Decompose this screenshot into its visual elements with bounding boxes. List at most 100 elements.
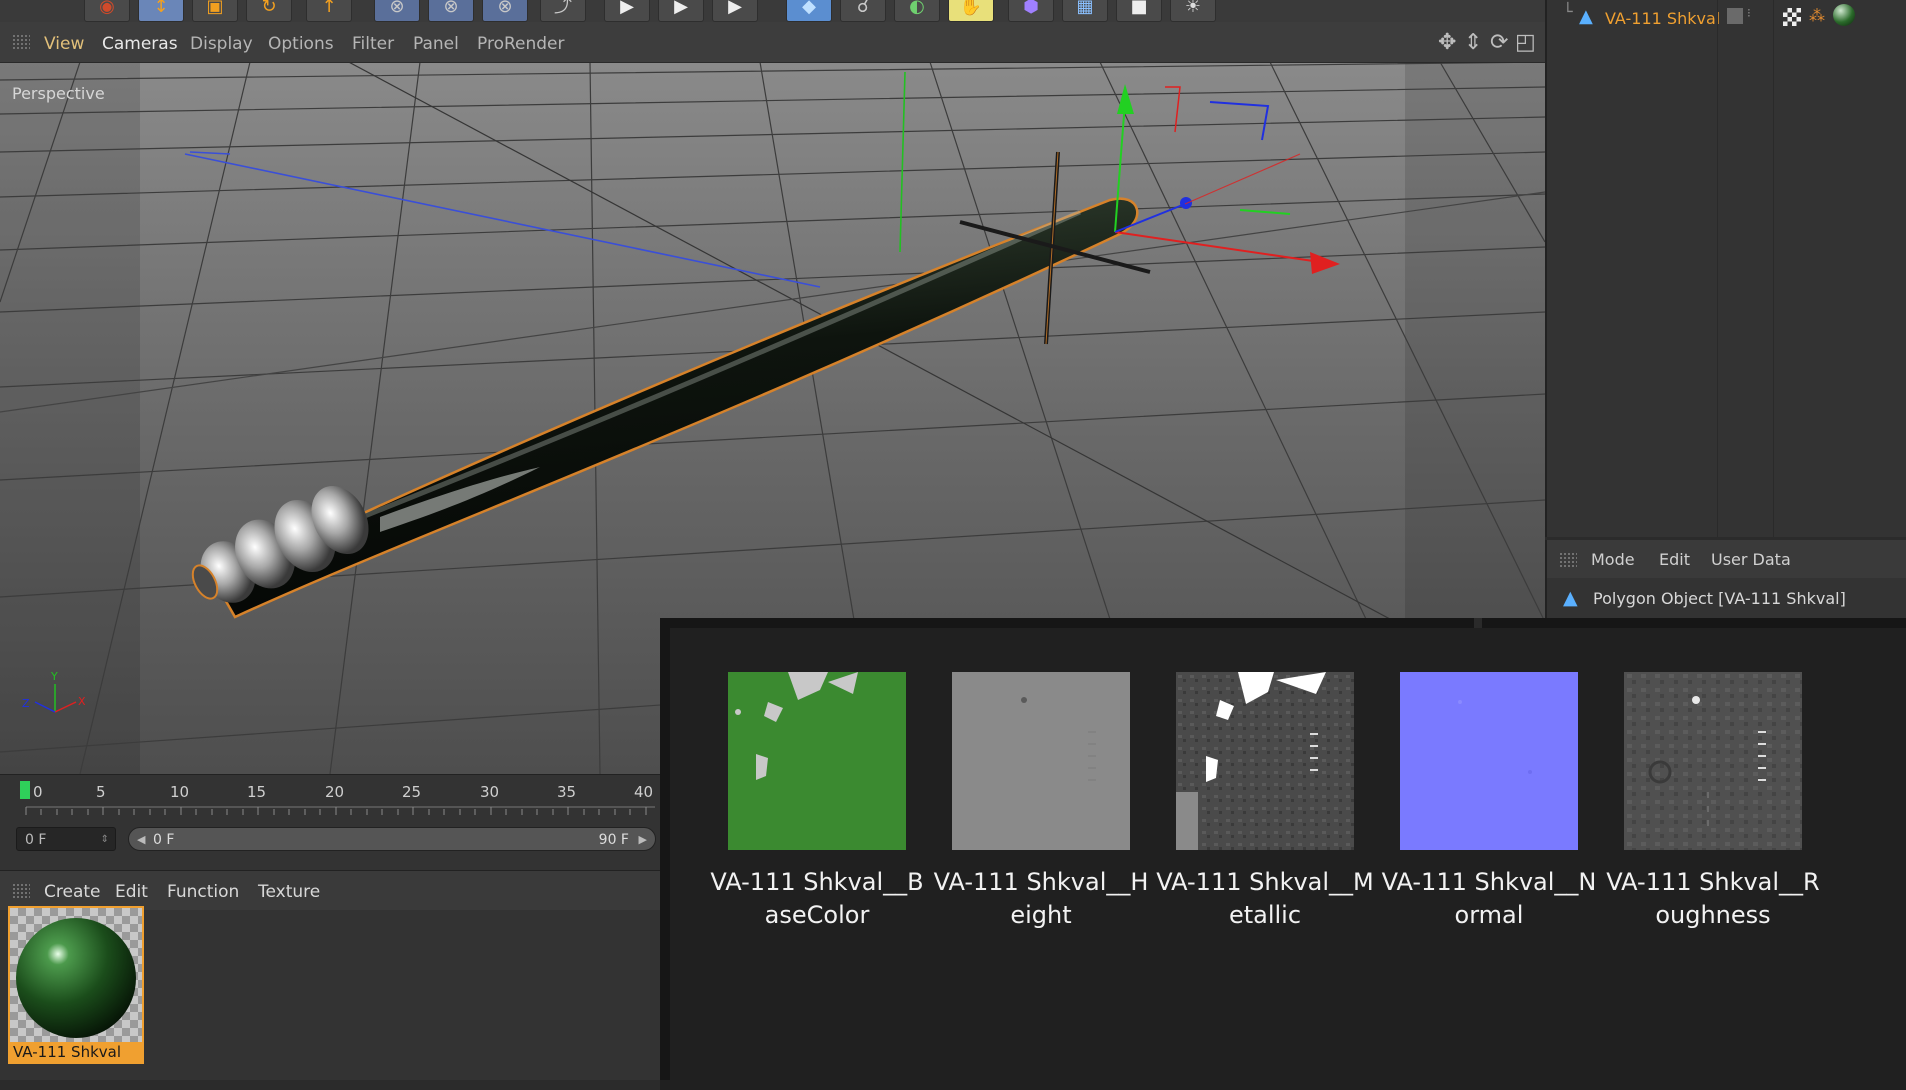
attribute-object-header: ▲ Polygon Object [VA-111 Shkval] [1545, 578, 1906, 618]
tick-label: 35 [557, 783, 577, 801]
menu-view[interactable]: View [44, 34, 84, 54]
spline-pen-icon[interactable]: ☌ [840, 0, 886, 22]
texture-thumbnail [1176, 672, 1354, 850]
panel-grip-icon[interactable] [1559, 552, 1577, 568]
texture-file-name: VA-111 Shkval__Roughness [1606, 868, 1820, 929]
light-icon[interactable]: ☀ [1170, 0, 1216, 22]
svg-text:Z: Z [22, 697, 30, 710]
material-name-label: VA-111 Shkval [10, 1042, 142, 1062]
tick-label: 0 [33, 783, 43, 801]
current-frame-field[interactable]: 0 F ⇕ [16, 827, 116, 851]
menu-panel[interactable]: Panel [413, 34, 459, 54]
range-start-value: 0 F [153, 832, 175, 848]
column-divider [1717, 0, 1718, 537]
texture-thumbnail [728, 672, 906, 850]
menu-edit[interactable]: Edit [1659, 550, 1690, 569]
tick-label: 10 [170, 783, 190, 801]
texture-file-name: VA-111 Shkval__BaseColor [710, 868, 924, 929]
texture-file-name: VA-111 Shkval__Height [933, 868, 1149, 929]
scale-tool-icon[interactable]: ▣ [192, 0, 238, 22]
panel-grip-icon[interactable] [12, 883, 30, 899]
texture-thumbnail [952, 672, 1130, 850]
y-axis-lock-icon[interactable]: ⊗ [428, 0, 474, 22]
viewport-menu-bar: View Cameras Display Options Filter Pane… [0, 22, 1545, 63]
stepper-arrows-icon[interactable]: ⇕ [101, 828, 109, 852]
render-settings-icon[interactable]: ▶ [712, 0, 758, 22]
render-view-icon[interactable]: ▶ [604, 0, 650, 22]
range-right-arrow-icon[interactable]: ▶ [639, 828, 647, 852]
range-end-value: 90 F [598, 832, 629, 848]
menu-mode[interactable]: Mode [1591, 550, 1635, 569]
playhead-marker[interactable] [20, 781, 30, 799]
recent-tool-icon[interactable]: ↑ [306, 0, 352, 22]
render-picture-viewer-icon[interactable]: ▶ [658, 0, 704, 22]
rotate-tool-icon[interactable]: ↻ [246, 0, 292, 22]
object-manager: └ ▲ VA-111 Shkval ⁝ ⁂ [1545, 0, 1906, 537]
texture-file-name: VA-111 Shkval__Metallic [1156, 868, 1374, 929]
attribute-object-label: Polygon Object [VA-111 Shkval] [1593, 589, 1846, 608]
floor-icon[interactable]: ▦ [1062, 0, 1108, 22]
tick-label: 25 [402, 783, 422, 801]
texture-file-name: VA-111 Shkval__Normal [1381, 868, 1597, 929]
texture-tag-icon[interactable]: ⁂ [1809, 6, 1825, 25]
rotate-view-icon[interactable]: ⟳ [1490, 30, 1508, 55]
cube-primitive-icon[interactable]: ◆ [786, 0, 832, 22]
current-frame-value: 0 F [25, 832, 47, 848]
menu-options[interactable]: Options [268, 34, 334, 54]
timeline[interactable]: 0 5 10 15 20 25 30 35 40 0 F ⇕ ◀ 0 F 90 … [0, 774, 660, 871]
material-tag-icon[interactable] [1833, 4, 1855, 26]
move-tool-icon[interactable]: ↕ [138, 0, 184, 22]
zoom-view-icon[interactable]: ⇕ [1464, 30, 1482, 55]
menu-prorender[interactable]: ProRender [477, 34, 565, 54]
visibility-dots-icon[interactable]: ⁝ [1747, 6, 1751, 20]
menu-texture[interactable]: Texture [258, 882, 320, 902]
panel-grip-icon[interactable] [12, 34, 30, 50]
svg-text:X: X [78, 695, 86, 708]
attribute-manager-menu-bar: Mode Edit User Data [1545, 540, 1906, 578]
menu-user-data[interactable]: User Data [1711, 550, 1791, 569]
material-preview-sphere-icon [10, 908, 142, 1042]
maximize-view-icon[interactable]: ◰ [1515, 30, 1536, 55]
pane-divider [1474, 618, 1482, 628]
x-axis-lock-icon[interactable]: ⊗ [374, 0, 420, 22]
object-name[interactable]: VA-111 Shkval [1605, 9, 1720, 28]
menu-function[interactable]: Function [167, 882, 239, 902]
polygon-object-icon: ▲ [1579, 6, 1593, 27]
texture-file-item[interactable]: VA-111 Shkval__Roughness [1600, 672, 1826, 932]
column-divider [1773, 0, 1774, 537]
texture-file-browser: VA-111 Shkval__BaseColor VA-111 Shkval__… [660, 618, 1906, 1090]
frame-range-slider[interactable]: ◀ 0 F 90 F ▶ [128, 827, 656, 851]
tick-label: 15 [247, 783, 267, 801]
texture-file-item[interactable]: VA-111 Shkval__Metallic [1152, 672, 1378, 932]
menu-edit[interactable]: Edit [115, 882, 148, 902]
texture-file-item[interactable]: VA-111 Shkval__BaseColor [704, 672, 930, 932]
viewport-camera-label: Perspective [12, 84, 105, 103]
object-row[interactable]: └ ▲ VA-111 Shkval ⁝ ⁂ [1547, 0, 1906, 40]
texture-file-item[interactable]: VA-111 Shkval__Height [928, 672, 1154, 932]
z-axis-lock-icon[interactable]: ⊗ [482, 0, 528, 22]
menu-create[interactable]: Create [44, 882, 101, 902]
camera-icon[interactable]: ■ [1116, 0, 1162, 22]
tick-label: 30 [480, 783, 500, 801]
texture-thumbnail [1624, 672, 1802, 850]
material-swatch[interactable]: VA-111 Shkval [8, 906, 144, 1064]
live-selection-icon[interactable]: ◉ [84, 0, 130, 22]
menu-display[interactable]: Display [190, 34, 253, 54]
deformer-icon[interactable]: ⬢ [1008, 0, 1054, 22]
tree-branch-icon: └ [1563, 2, 1573, 21]
coordinate-system-icon[interactable]: ⤴ [540, 0, 586, 22]
browser-left-border [660, 628, 670, 1080]
subdivision-icon[interactable]: ◐ [894, 0, 940, 22]
main-toolbar: ◉ ↕ ▣ ↻ ↑ ⊗ ⊗ ⊗ ⤴ ▶ ▶ ▶ ◆ ☌ ◐ ✋ ⬢ ▦ ■ ☀ [0, 0, 1545, 23]
checker-tag-icon[interactable] [1783, 8, 1801, 26]
tick-label: 20 [325, 783, 345, 801]
tick-label: 40 [634, 783, 654, 801]
pan-view-icon[interactable]: ✥ [1438, 30, 1456, 55]
layer-icon[interactable] [1727, 8, 1743, 24]
menu-filter[interactable]: Filter [352, 34, 394, 54]
array-icon[interactable]: ✋ [948, 0, 994, 22]
range-left-arrow-icon[interactable]: ◀ [137, 828, 145, 852]
texture-file-item[interactable]: VA-111 Shkval__Normal [1376, 672, 1602, 932]
menu-cameras[interactable]: Cameras [102, 34, 178, 54]
texture-thumbnail [1400, 672, 1578, 850]
